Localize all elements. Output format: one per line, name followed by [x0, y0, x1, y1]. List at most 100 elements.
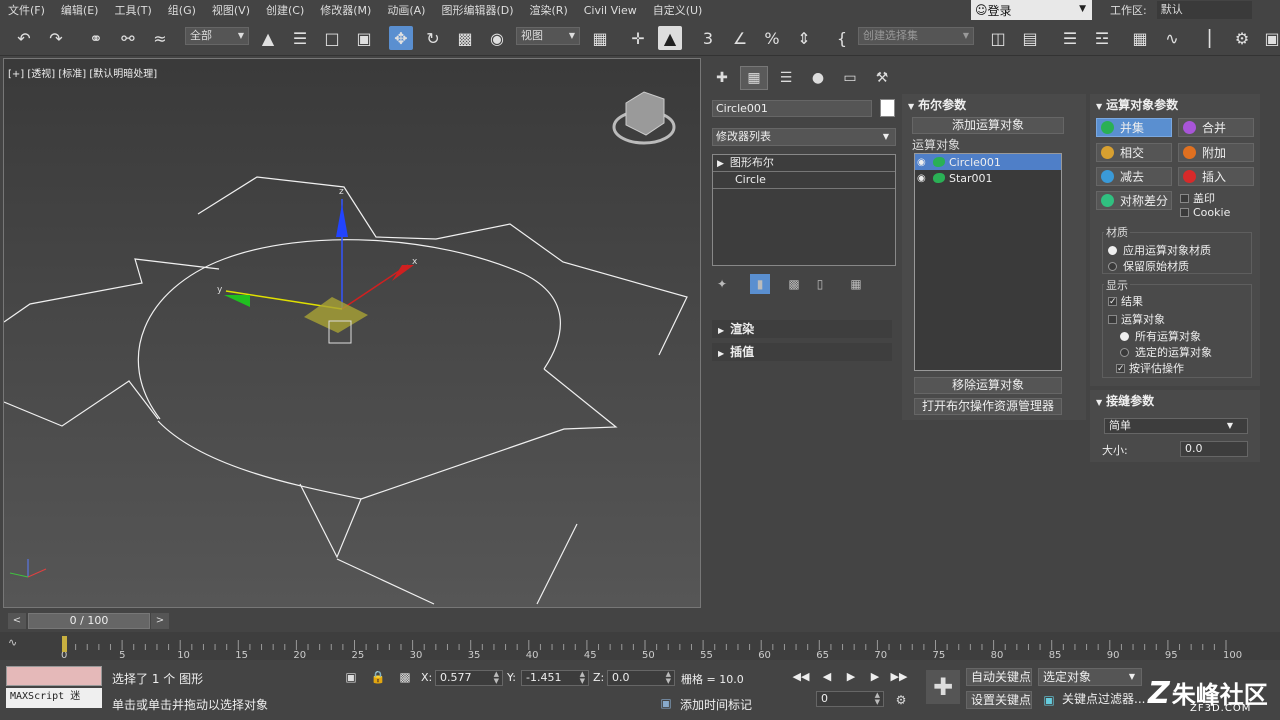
schematic-view-icon[interactable]: ▕	[1192, 26, 1216, 50]
named-selection-set-dropdown[interactable]: 创建选择集 ▼	[858, 27, 974, 45]
z-coord-field[interactable]: 0.0 ▲ ▼	[607, 670, 675, 686]
merge-button[interactable]: 合并	[1178, 118, 1254, 137]
configure-sets-icon[interactable]: ▦	[846, 274, 866, 294]
lock-selection-icon[interactable]: 🔒	[369, 668, 387, 686]
maxscript-listener-input[interactable]	[6, 666, 102, 686]
stitch-mode-dropdown[interactable]: 简单 ▼	[1104, 418, 1248, 434]
menu-file[interactable]: 文件(F)	[0, 2, 53, 18]
object-name-field[interactable]: Circle001	[712, 100, 872, 117]
viewport-label[interactable]: [+] [透视] [标准] [默认明暗处理]	[8, 65, 157, 80]
operand-params-title[interactable]: ▼ 运算对象参数	[1096, 96, 1178, 113]
stack-item-shape-boolean[interactable]: ▶ 图形布尔	[713, 155, 895, 172]
stack-item-circle[interactable]: Circle	[713, 172, 895, 189]
menu-graph-editors[interactable]: 图形编辑器(D)	[433, 2, 521, 18]
isolate-selection-icon[interactable]: ▣	[342, 668, 360, 686]
make-unique-icon[interactable]: ▩	[784, 274, 804, 294]
render-setup-icon[interactable]: ▣	[1260, 26, 1280, 50]
play-icon[interactable]: ▶	[842, 668, 860, 686]
unlink-icon[interactable]: ⚯	[116, 26, 140, 50]
menu-civil-view[interactable]: Civil View	[576, 4, 645, 17]
expand-triangle-icon[interactable]: ▶	[717, 159, 724, 169]
spinner-icon[interactable]: ▲ ▼	[580, 671, 585, 685]
all-operands-radio[interactable]: 所有运算对象	[1120, 328, 1201, 344]
boolean-params-title[interactable]: ▼ 布尔参数	[908, 96, 966, 113]
absolute-mode-icon[interactable]: ▩	[396, 668, 414, 686]
keyboard-shortcut-override-icon[interactable]: ▲	[658, 26, 682, 50]
display-result-checkbox[interactable]: ✓ 结果	[1108, 293, 1143, 309]
curve-editor-icon[interactable]: ∿	[1160, 26, 1184, 50]
time-config-icon[interactable]: ⚙	[892, 691, 910, 709]
menu-customize[interactable]: 自定义(U)	[645, 2, 711, 18]
mirror-icon[interactable]: ◫	[986, 26, 1010, 50]
add-time-tag-icon[interactable]: ▣	[657, 694, 675, 712]
select-manipulate-icon[interactable]: ✛	[626, 26, 650, 50]
toggle-ribbon-icon[interactable]: ▦	[1128, 26, 1152, 50]
login-dropdown[interactable]: ☺ 登录 ▼	[971, 0, 1092, 20]
prev-key-icon[interactable]: ◀	[818, 668, 836, 686]
spinner-icon[interactable]: ▲ ▼	[494, 671, 499, 685]
rect-selection-icon[interactable]: □	[320, 26, 344, 50]
add-time-tag[interactable]: 添加时间标记	[680, 696, 752, 713]
maxscript-mini-listener[interactable]: MAXScript 迷	[6, 688, 102, 708]
add-operands-button[interactable]: 添加运算对象	[912, 117, 1064, 134]
rotate-icon[interactable]: ↻	[421, 26, 445, 50]
utilities-tab-icon[interactable]: ⚒	[868, 66, 896, 90]
track-bar[interactable]: ∿ 0 5 10 15 20 25 30 35 40 45 50 55 60 65 70 75 80 85 90 95…	[0, 632, 1280, 660]
pivot-center-icon[interactable]: ▦	[588, 26, 612, 50]
menu-edit[interactable]: 编辑(E)	[53, 2, 107, 18]
motion-tab-icon[interactable]: ●	[804, 66, 832, 90]
set-key-mode-button[interactable]: 设置关键点	[966, 691, 1032, 709]
layer-explorer-icon[interactable]: ☲	[1090, 26, 1114, 50]
menu-view[interactable]: 视图(V)	[204, 2, 258, 18]
key-filter-icon[interactable]: ▣	[1040, 691, 1058, 709]
menu-rendering[interactable]: 渲染(R)	[522, 2, 576, 18]
eye-icon[interactable]: ◉	[917, 173, 933, 184]
attach-button[interactable]: 附加	[1178, 143, 1254, 162]
time-slider-thumb[interactable]: 0 / 100	[28, 613, 150, 629]
link-icon[interactable]: ⚭	[84, 26, 108, 50]
stitch-size-spinner[interactable]: 0.0	[1180, 441, 1248, 457]
key-filters-button[interactable]: 关键点过滤器...	[1058, 691, 1145, 709]
scale-icon[interactable]: ▩	[453, 26, 477, 50]
workspace-dropdown[interactable]: 默认	[1156, 1, 1252, 19]
imprint-checkbox[interactable]: 盖印	[1180, 190, 1215, 206]
angle-snap-icon[interactable]: ∠	[728, 26, 752, 50]
material-editor-icon[interactable]: ⚙	[1230, 26, 1254, 50]
select-object-icon[interactable]: ▲	[256, 26, 280, 50]
display-tab-icon[interactable]: ▭	[836, 66, 864, 90]
align-icon[interactable]: ▤	[1018, 26, 1042, 50]
goto-start-icon[interactable]: ◀◀	[792, 668, 810, 686]
pin-stack-icon[interactable]: ✦	[712, 274, 732, 294]
goto-end-icon[interactable]: ▶▶	[890, 668, 908, 686]
display-operands-checkbox[interactable]: 运算对象	[1108, 311, 1165, 327]
stitch-params-title[interactable]: ▼ 接缝参数	[1096, 392, 1154, 409]
modifier-list-dropdown[interactable]: 修改器列表 ▼	[712, 128, 896, 146]
undo-icon[interactable]: ↶	[12, 26, 36, 50]
keep-original-material-radio[interactable]: 保留原始材质	[1108, 258, 1189, 274]
placement-icon[interactable]: ◉	[485, 26, 509, 50]
rollout-rendering[interactable]: ▶ 渲染	[712, 320, 892, 338]
spinner-icon[interactable]: ▲ ▼	[875, 692, 880, 706]
symmetric-difference-button[interactable]: 对称差分	[1096, 191, 1172, 210]
move-icon[interactable]: ✥	[389, 26, 413, 50]
create-tab-icon[interactable]: ✚	[708, 66, 736, 90]
current-frame-field[interactable]: 0 ▲ ▼	[816, 691, 884, 707]
apply-operand-material-radio[interactable]: 应用运算对象材质	[1108, 242, 1211, 258]
menu-create[interactable]: 创建(C)	[258, 2, 312, 18]
insert-button[interactable]: 插入	[1178, 167, 1254, 186]
operands-list[interactable]: ◉ Circle001 ◉ Star001	[914, 153, 1062, 371]
select-by-name-icon[interactable]: ☰	[288, 26, 312, 50]
remove-operand-button[interactable]: 移除运算对象	[914, 377, 1062, 394]
hierarchy-tab-icon[interactable]: ☰	[772, 66, 800, 90]
next-frame-icon[interactable]: >	[151, 613, 169, 629]
union-button[interactable]: 并集	[1096, 118, 1172, 137]
redo-icon[interactable]: ↷	[44, 26, 68, 50]
operand-item[interactable]: ◉ Star001	[915, 170, 1061, 186]
percent-snap-icon[interactable]: %	[760, 26, 784, 50]
x-coord-field[interactable]: 0.577 ▲ ▼	[435, 670, 503, 686]
viewcube-icon[interactable]	[625, 91, 665, 136]
menu-modifiers[interactable]: 修改器(M)	[312, 2, 379, 18]
selected-object-dropdown[interactable]: 选定对象 ▼	[1038, 668, 1142, 686]
spinner-snap-icon[interactable]: ⇕	[792, 26, 816, 50]
subtract-button[interactable]: 减去	[1096, 167, 1172, 186]
